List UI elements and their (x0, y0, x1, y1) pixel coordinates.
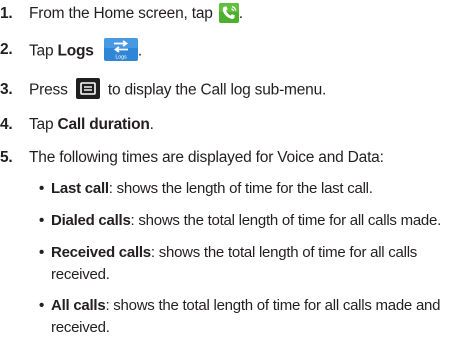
logs-icon: Logs (103, 38, 138, 61)
step-text: Press to display the Call log sub-menu. (29, 78, 327, 101)
list-item-description: : shows the length of time for the last … (108, 180, 373, 197)
step-text-after: . (137, 42, 142, 60)
list-item: • Dialed calls: shows the total length o… (39, 210, 461, 232)
step-number: 2. (0, 41, 13, 58)
step-number: 3. (0, 81, 13, 98)
bullet-icon: • (39, 180, 45, 197)
list-item-term: Dialed calls (51, 212, 131, 229)
phone-icon (218, 3, 239, 23)
list-item-text: Received calls: shows the total length o… (39, 242, 461, 285)
step-text-after: . (238, 5, 243, 23)
menu-icon (75, 78, 100, 99)
step-number: 4. (0, 116, 13, 133)
step-text: The following times are displayed for Vo… (29, 149, 384, 166)
list-item-term: Last call (51, 180, 109, 197)
bullet-icon: • (39, 297, 45, 314)
step-text-after: to display the Call log sub-menu. (107, 81, 327, 99)
list-item: • Received calls: shows the total length… (39, 242, 461, 285)
list-item-text: Last call: shows the length of time for … (39, 178, 461, 200)
list-item-text: All calls: shows the total length of tim… (39, 295, 461, 338)
step-text: From the Home screen, tap . (29, 3, 243, 24)
step-text-before: Press (29, 81, 68, 99)
bullet-icon: • (39, 212, 45, 229)
list-item: • All calls: shows the total length of t… (39, 295, 461, 338)
call-duration-label: Call duration (57, 116, 150, 133)
list-item-term: All calls (51, 297, 106, 314)
list-item-description: : shows the total length of time for all… (51, 297, 441, 336)
step-text: Tap Logs Logs . (29, 38, 142, 63)
step-text-before: From the Home screen, tap (29, 5, 213, 23)
step-text-before: Tap (29, 116, 58, 133)
step-text-after: . (149, 116, 154, 133)
step-text-before: Tap (29, 42, 58, 60)
list-item-description: : shows the total length of time for all… (130, 212, 442, 229)
step-number: 5. (0, 149, 13, 166)
instruction-page: 1. From the Home screen, tap . 2. Tap Lo… (0, 0, 466, 342)
step-number: 1. (0, 5, 13, 22)
logs-icon-label: Logs (115, 55, 127, 61)
step-text: Tap Call duration. (29, 115, 154, 135)
bullet-icon: • (39, 244, 45, 261)
logs-label: Logs (57, 42, 94, 60)
list-item-term: Received calls (51, 244, 151, 261)
list-item-text: Dialed calls: shows the total length of … (39, 210, 461, 232)
list-item: • Last call: shows the length of time fo… (39, 178, 461, 200)
